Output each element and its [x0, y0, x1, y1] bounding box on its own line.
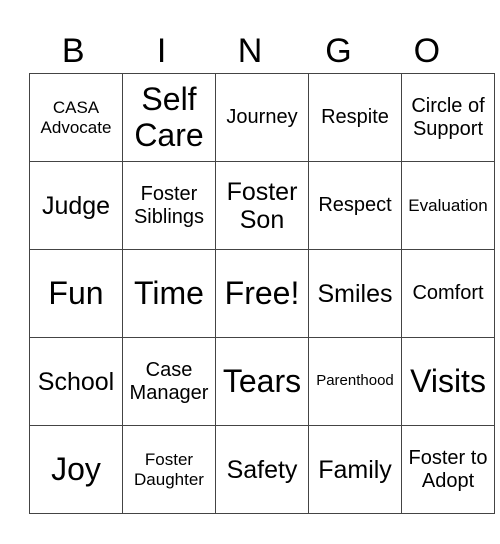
bingo-cell[interactable]: Parenthood — [308, 337, 402, 426]
bingo-cell[interactable]: Judge — [29, 161, 123, 250]
bingo-cell[interactable]: Foster Siblings — [122, 161, 216, 250]
bingo-cell[interactable]: Time — [122, 249, 216, 338]
bingo-cell[interactable]: Respite — [308, 73, 402, 162]
bingo-cell[interactable]: Foster Daughter — [122, 425, 216, 514]
bingo-cell[interactable]: Smiles — [308, 249, 402, 338]
bingo-row: Judge Foster Siblings Foster Son Respect Eva… — [29, 161, 495, 250]
bingo-row: Joy Foster Daughter Safety Family Foster to … — [29, 425, 495, 514]
header-letter-i: I — [156, 32, 167, 70]
bingo-cell[interactable]: School — [29, 337, 123, 426]
bingo-cell[interactable]: Safety — [215, 425, 309, 514]
bingo-cell[interactable]: Circle of Support — [401, 73, 495, 162]
bingo-cell[interactable]: Journey — [215, 73, 309, 162]
bingo-card: CASA Advocate Self Care Journey Respite Circ… — [29, 73, 495, 514]
header-letter-n: N — [237, 32, 263, 70]
bingo-cell[interactable]: Family — [308, 425, 402, 514]
bingo-cell[interactable]: Free! — [215, 249, 309, 338]
header-letter-b: B — [61, 32, 85, 70]
bingo-cell[interactable]: Evaluation — [401, 161, 495, 250]
bingo-cell[interactable]: Foster Son — [215, 161, 309, 250]
header-letter-g: G — [325, 32, 352, 70]
bingo-cell[interactable]: Comfort — [401, 249, 495, 338]
bingo-cell[interactable]: Visits — [401, 337, 495, 426]
bingo-cell[interactable]: Foster to Adopt — [401, 425, 495, 514]
bingo-cell[interactable]: Respect — [308, 161, 402, 250]
bingo-cell[interactable]: Tears — [215, 337, 309, 426]
bingo-row: Fun Time Free! Smiles Comfort — [29, 249, 495, 338]
bingo-cell[interactable]: Case Manager — [122, 337, 216, 426]
bingo-cell[interactable]: CASA Advocate — [29, 73, 123, 162]
bingo-cell[interactable]: Joy — [29, 425, 123, 514]
bingo-row: School Case Manager Tears Parenthood Visits — [29, 337, 495, 426]
bingo-cell[interactable]: Fun — [29, 249, 123, 338]
header-letter-o: O — [413, 32, 441, 70]
bingo-row: CASA Advocate Self Care Journey Respite Circ… — [29, 73, 495, 162]
bingo-cell[interactable]: Self Care — [122, 73, 216, 162]
bingo-header: B I N G O — [29, 30, 471, 73]
